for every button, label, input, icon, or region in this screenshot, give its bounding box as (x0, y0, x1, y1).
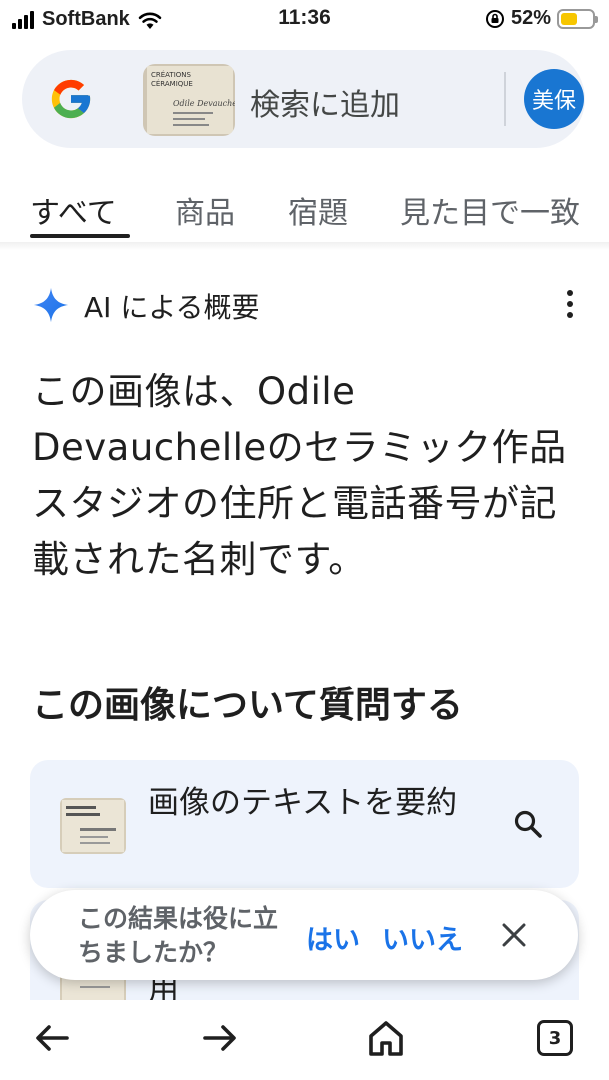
ai-overview-text: この画像は、Odile Devauchelleのセラミック作品スタジオの住所と電… (32, 370, 567, 581)
tabs-divider (0, 242, 609, 250)
tab-products[interactable]: 商品 (175, 188, 235, 232)
query-image-thumbnail[interactable]: CRÉATIONS CÉRAMIQUE Odile Devauchelle (143, 64, 235, 136)
forward-arrow-icon (203, 1025, 236, 1051)
tab-homework[interactable]: 宿題 (288, 188, 348, 232)
ask-about-image-heading: この画像について質問する (32, 685, 463, 726)
bottom-navigation: 3 (0, 1000, 609, 1080)
more-options-icon[interactable] (566, 290, 574, 320)
battery-percent: 52% (510, 7, 551, 29)
ai-overview-header: AI による概要 (32, 282, 582, 326)
thumb-text-line1: CRÉATIONS (151, 70, 192, 79)
search-icon[interactable] (512, 808, 544, 840)
google-logo-icon[interactable] (48, 76, 94, 122)
battery-icon (557, 8, 598, 29)
home-icon (369, 1021, 403, 1056)
tab-visual-matches[interactable]: 見た目で一致 (400, 188, 580, 232)
tabs-icon: 3 (537, 1020, 573, 1056)
account-avatar[interactable]: 美保 (524, 69, 584, 129)
suggestion-text: 画像のテキストを要約 (148, 785, 458, 821)
status-bar: SoftBank 11:36 52% (0, 0, 609, 40)
search-divider (504, 72, 506, 126)
card-image-thumbnail (60, 798, 126, 854)
suggestion-card-summarize[interactable]: 画像のテキストを要約 (30, 760, 579, 888)
back-button[interactable] (32, 1018, 72, 1058)
thumb-signature: Odile Devauchelle (173, 99, 235, 108)
result-tabs: すべて 商品 宿題 見た目で一致 (0, 178, 609, 242)
search-bar[interactable]: CRÉATIONS CÉRAMIQUE Odile Devauchelle 検索… (22, 50, 585, 148)
feedback-toast: この結果は役に立ちましたか？ はい いいえ (30, 890, 578, 980)
add-to-search-label[interactable]: 検索に追加 (250, 80, 400, 124)
rotation-lock-icon (485, 9, 504, 28)
thumb-text-line2: CÉRAMIQUE (151, 79, 193, 88)
feedback-yes-button[interactable]: はい (306, 918, 360, 957)
back-arrow-icon (36, 1025, 69, 1051)
ai-overview-title: AI による概要 (84, 291, 260, 324)
sparkle-icon (33, 287, 69, 323)
close-icon[interactable] (500, 921, 528, 949)
active-tab-indicator (30, 234, 130, 238)
forward-button[interactable] (200, 1018, 240, 1058)
feedback-no-button[interactable]: いいえ (382, 918, 463, 957)
home-button[interactable] (366, 1018, 406, 1058)
battery-fill (561, 12, 577, 25)
tabs-button[interactable]: 3 (535, 1018, 575, 1058)
feedback-question: この結果は役に立ちましたか？ (78, 904, 279, 967)
tab-all[interactable]: すべて (30, 188, 117, 232)
